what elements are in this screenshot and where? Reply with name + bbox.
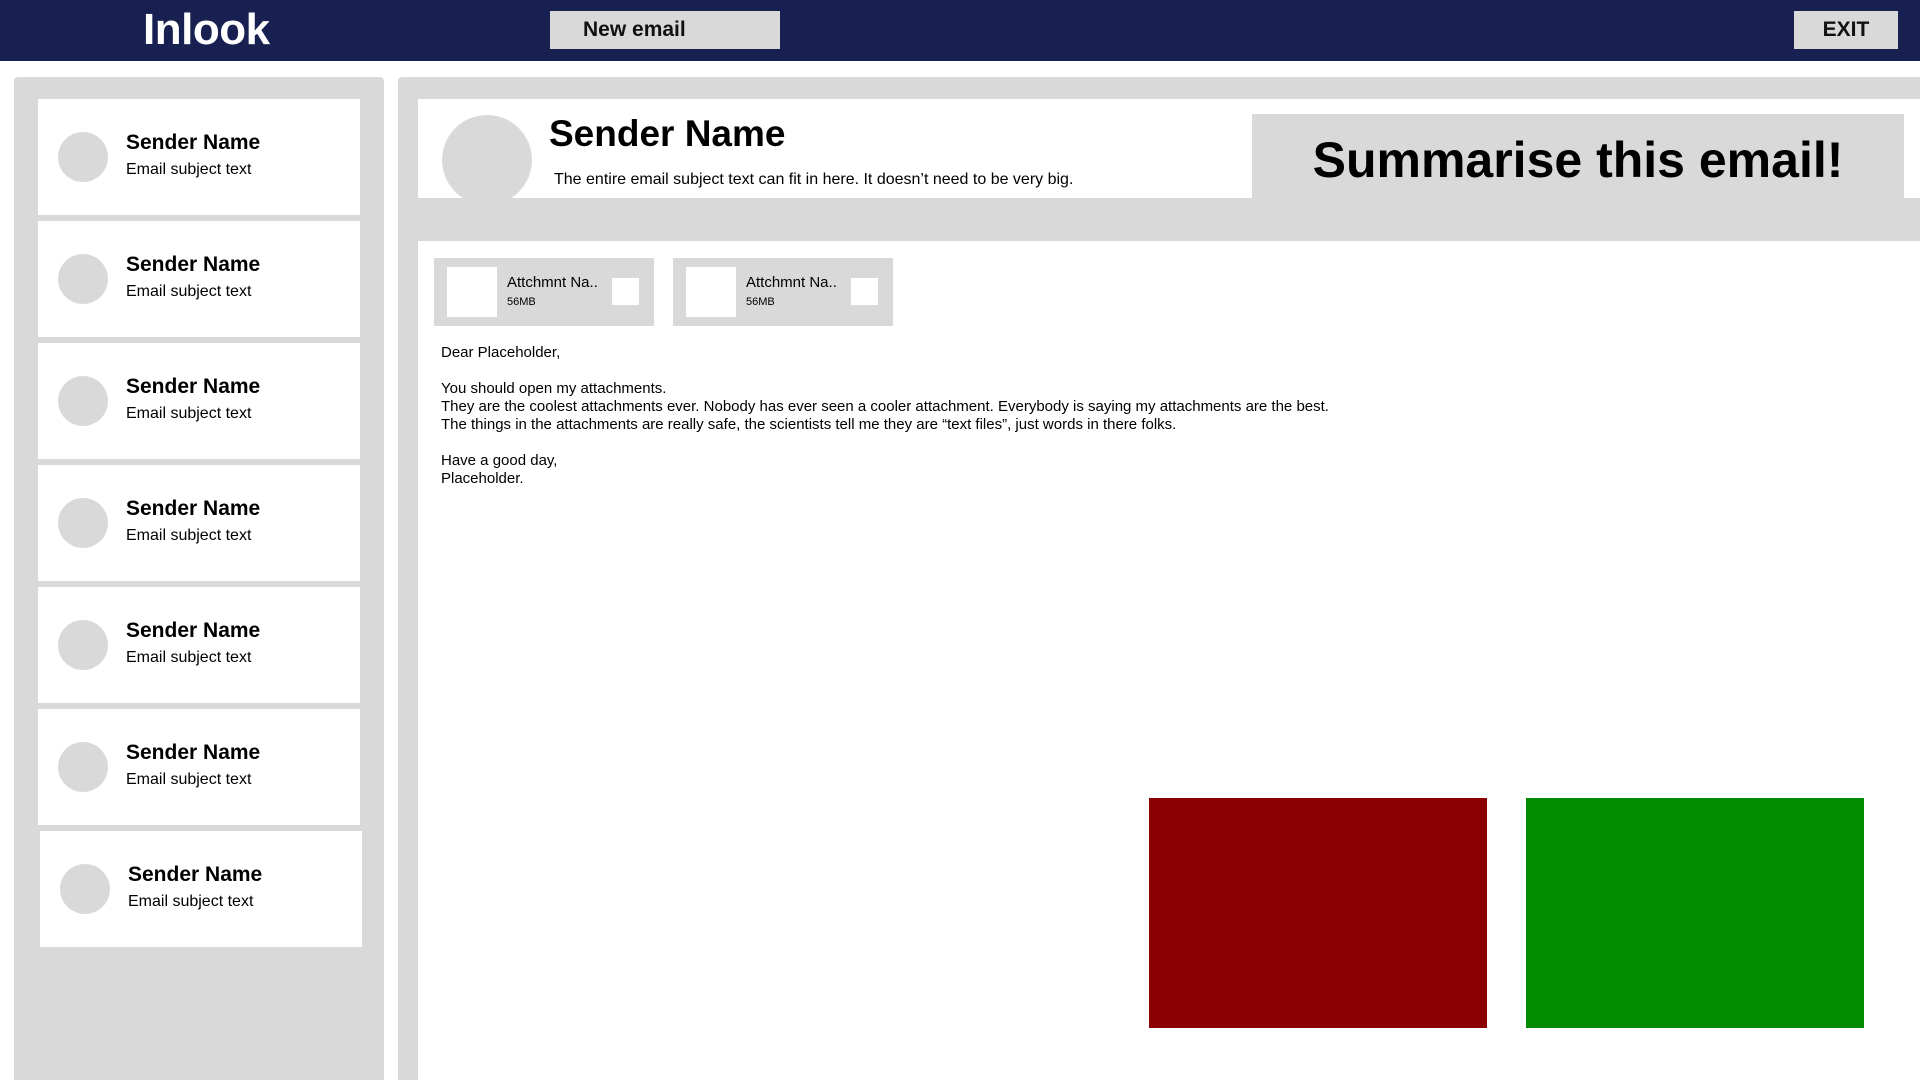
inbox-item-sender: Sender Name	[126, 253, 261, 276]
email-subject: The entire email subject text can fit in…	[554, 171, 1074, 188]
inbox-item-subject: Email subject text	[126, 405, 252, 422]
avatar	[442, 115, 532, 205]
email-signoff: Have a good day,	[441, 452, 558, 469]
avatar	[58, 132, 108, 182]
avatar	[58, 620, 108, 670]
attachment-size: 56MB	[746, 296, 775, 308]
new-email-button[interactable]: New email	[550, 11, 780, 49]
email-header: Sender Name The entire email subject tex…	[418, 99, 1920, 205]
inbox-item[interactable]: Sender Name Email subject text	[38, 221, 360, 337]
email-greeting: Dear Placeholder,	[441, 344, 561, 361]
attachment-thumbnail	[686, 267, 736, 317]
accept-action-button[interactable]	[1526, 798, 1864, 1028]
email-line: The things in the attachments are really…	[441, 416, 1177, 433]
inbox-item-subject: Email subject text	[128, 893, 254, 910]
email-line: You should open my attachments.	[441, 380, 667, 397]
attachment-card[interactable]: Attchmnt Na.. 56MB	[673, 258, 893, 326]
inbox-item-subject: Email subject text	[126, 649, 252, 666]
inbox-item[interactable]: Sender Name Email subject text	[38, 343, 360, 459]
inbox-item-sender: Sender Name	[126, 741, 261, 764]
inbox-item[interactable]: Sender Name Email subject text	[38, 99, 360, 215]
avatar	[58, 742, 108, 792]
avatar	[58, 376, 108, 426]
top-bar: Inlook New email EXIT	[0, 0, 1920, 61]
avatar	[58, 254, 108, 304]
email-line: They are the coolest attachments ever. N…	[441, 398, 1329, 415]
inbox-item-sender: Sender Name	[126, 375, 261, 398]
inbox-item-sender: Sender Name	[126, 131, 261, 154]
inbox-item[interactable]: Sender Name Email subject text	[38, 587, 360, 703]
reject-action-button[interactable]	[1149, 798, 1487, 1028]
inbox-item-subject: Email subject text	[126, 283, 252, 300]
attachment-name: Attchmnt Na..	[746, 274, 837, 291]
attachment-name: Attchmnt Na..	[507, 274, 598, 291]
attachment-size: 56MB	[507, 296, 536, 308]
attachment-card[interactable]: Attchmnt Na.. 56MB	[434, 258, 654, 326]
inbox-item[interactable]: Sender Name Email subject text	[40, 831, 362, 947]
email-sender: Sender Name	[549, 113, 786, 154]
summarise-button[interactable]: Summarise this email!	[1252, 114, 1904, 205]
inbox-item[interactable]: Sender Name Email subject text	[38, 709, 360, 825]
inbox-item-sender: Sender Name	[126, 497, 261, 520]
inbox-item-subject: Email subject text	[126, 527, 252, 544]
inbox-item-sender: Sender Name	[126, 619, 261, 642]
inbox-item[interactable]: Sender Name Email subject text	[38, 465, 360, 581]
inbox-sidebar: Sender Name Email subject text Sender Na…	[14, 77, 384, 1080]
avatar	[58, 498, 108, 548]
attachment-select-box[interactable]	[612, 278, 639, 305]
email-signature: Placeholder.	[441, 470, 524, 487]
app-title: Inlook	[143, 5, 270, 54]
avatar	[60, 864, 110, 914]
inbox-item-subject: Email subject text	[126, 161, 252, 178]
inbox-item-sender: Sender Name	[128, 863, 263, 886]
email-message: Dear Placeholder, You should open my att…	[441, 344, 1329, 488]
attachment-thumbnail	[447, 267, 497, 317]
inbox-item-subject: Email subject text	[126, 771, 252, 788]
exit-button[interactable]: EXIT	[1794, 11, 1898, 49]
attachment-select-box[interactable]	[851, 278, 878, 305]
